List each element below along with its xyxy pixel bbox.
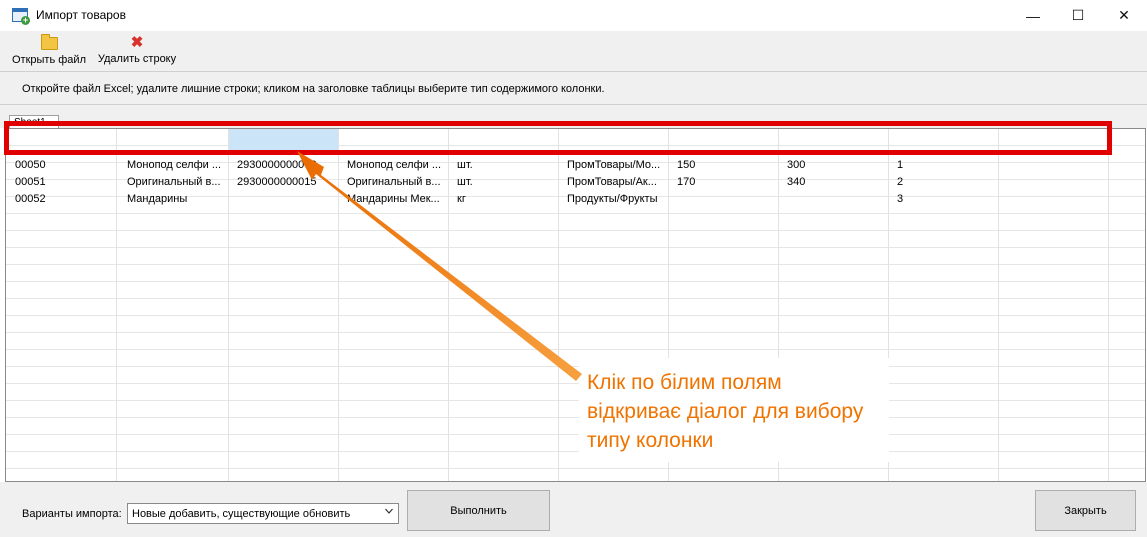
table-cell[interactable]: 3 (894, 191, 998, 208)
delete-icon: ✖ (130, 34, 144, 51)
table-cell[interactable]: 150 (674, 157, 778, 174)
toolbar: Открыть файл ✖ Удалить строку (0, 31, 1147, 71)
instructions-bar: Откройте файл Excel; удалите лишние стро… (0, 71, 1147, 105)
table-cell[interactable]: Оригинальный в... (344, 174, 448, 191)
table-cell[interactable]: 1 (894, 157, 998, 174)
footer-panel: Варианты импорта: Новые добавить, сущест… (0, 482, 1147, 537)
table-cell[interactable]: Монопод селфи ... (344, 157, 448, 174)
table-cell[interactable]: шт. (454, 157, 558, 174)
table-row[interactable]: 00051 Оригинальный в... 2930000000015 Ориги… (6, 174, 1145, 191)
annotation-line-1: Клік по білим полям (587, 371, 782, 394)
table-cell[interactable]: Мандарины Мек... (344, 191, 448, 208)
table-cell[interactable]: 340 (784, 174, 888, 191)
delete-row-label: Удалить строку (97, 53, 177, 65)
window-title: Импорт товаров (36, 8, 126, 22)
table-cell[interactable]: 2 (894, 174, 998, 191)
title-bar: Импорт товаров — ☐ ✕ (0, 0, 1147, 31)
table-cell[interactable]: 00051 (12, 174, 116, 191)
table-cell[interactable]: шт. (454, 174, 558, 191)
table-cell[interactable]: кг (454, 191, 558, 208)
open-file-label: Открыть файл (12, 54, 86, 66)
table-cell[interactable]: Продукты/Фрукты (564, 191, 668, 208)
chevron-down-icon (385, 508, 393, 514)
folder-icon (41, 34, 58, 50)
close-window-button[interactable]: ✕ (1101, 0, 1147, 31)
instructions-text: Откройте файл Excel; удалите лишние стро… (22, 83, 605, 95)
table-cell[interactable]: Монопод селфи ... (124, 157, 228, 174)
table-cell[interactable]: 00052 (12, 191, 116, 208)
annotation-callout: Клік по білим полям відкриває діалог для… (579, 358, 889, 462)
table-cell[interactable]: Оригинальный в... (124, 174, 228, 191)
import-table: 00050 Монопод селфи ... 2930000000008 Моноп… (5, 128, 1146, 482)
table-cell[interactable]: ПромТовары/Мо... (564, 157, 668, 174)
delete-row-button[interactable]: ✖ Удалить строку (96, 34, 178, 68)
table-cell[interactable]: 300 (784, 157, 888, 174)
execute-button[interactable]: Выполнить (407, 490, 550, 531)
minimize-button[interactable]: — (1010, 0, 1056, 31)
table-cell[interactable]: 00050 (12, 157, 116, 174)
import-options-label: Варианты импорта: (22, 508, 122, 520)
table-cell[interactable]: Мандарины (124, 191, 228, 208)
import-options-select[interactable]: Новые добавить, существующие обновить (127, 503, 399, 524)
close-button[interactable]: Закрыть (1035, 490, 1136, 531)
open-file-button[interactable]: Открыть файл (12, 34, 86, 68)
table-row[interactable]: 00052 Мандарины Мандарины Мек... кг Продукты… (6, 191, 1145, 208)
app-icon (12, 8, 30, 25)
maximize-button[interactable]: ☐ (1055, 0, 1101, 31)
annotation-line-3: типу колонки (587, 429, 714, 452)
table-cell[interactable]: 2930000000015 (234, 174, 338, 191)
table-cell[interactable] (784, 191, 888, 208)
table-cell[interactable]: ПромТовары/Ак... (564, 174, 668, 191)
table-row[interactable]: 00050 Монопод селфи ... 2930000000008 Моноп… (6, 157, 1145, 174)
table-cell[interactable]: 2930000000008 (234, 157, 338, 174)
table-cell[interactable] (234, 191, 338, 208)
highlight-frame (4, 121, 1112, 155)
table-cell[interactable]: 170 (674, 174, 778, 191)
annotation-line-2: відкриває діалог для вибору (587, 400, 864, 423)
import-options-value: Новые добавить, существующие обновить (132, 508, 351, 520)
table-cell[interactable] (674, 191, 778, 208)
